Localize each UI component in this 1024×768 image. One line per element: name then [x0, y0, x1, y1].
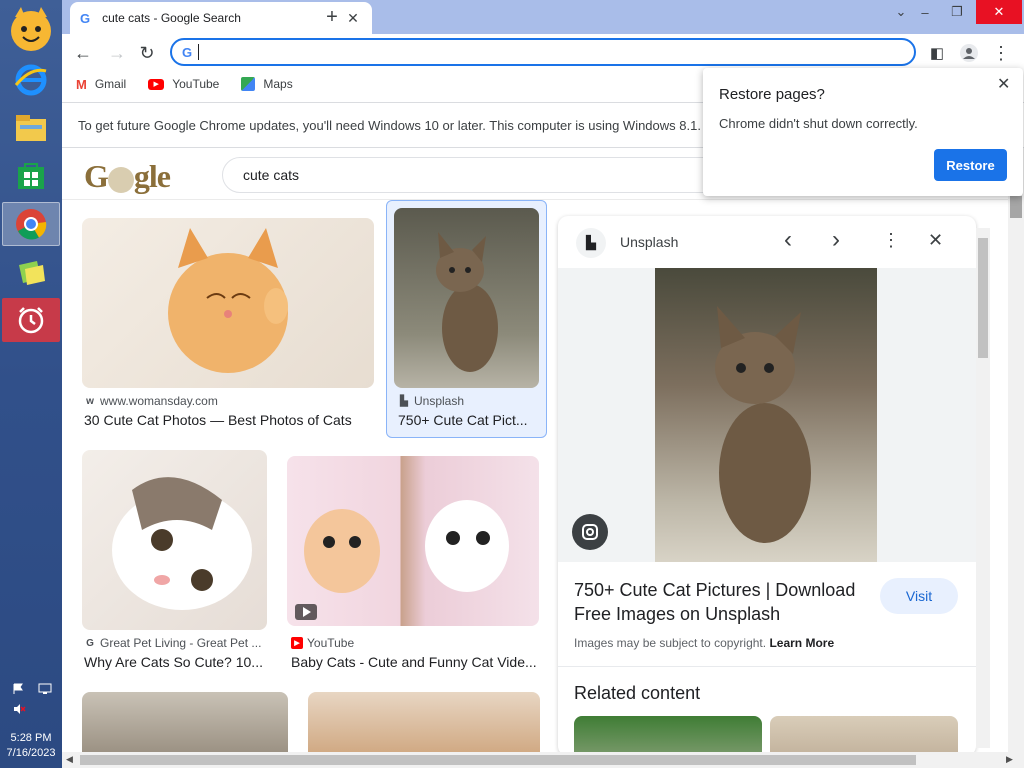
title-bar: G cute cats - Google Search ✕ + ⌄ – ❐ ✕: [62, 0, 1024, 34]
copyright-note: Images may be subject to copyright. Lear…: [574, 636, 834, 650]
volume-muted-icon[interactable]: [12, 702, 26, 716]
close-panel-icon[interactable]: ✕: [928, 230, 943, 251]
result-source[interactable]: G Great Pet Living - Great Pet ...: [84, 636, 269, 650]
gmail-icon: M: [76, 76, 87, 92]
panel-source-name[interactable]: Unsplash: [620, 234, 678, 250]
result-caption[interactable]: 30 Cute Cat Photos — Best Photos of Cats: [84, 412, 374, 428]
network-icon[interactable]: [38, 682, 52, 694]
google-favicon-icon: G: [80, 10, 91, 26]
notes-app-icon[interactable]: [2, 250, 60, 294]
related-content-heading: Related content: [574, 683, 701, 703]
result-image-baby-cats-video[interactable]: [287, 456, 539, 626]
clock-time[interactable]: 5:28 PM: [0, 732, 62, 745]
navigation-toolbar: ← → ↻ G ◧ ⋮: [62, 34, 1024, 70]
page-vertical-scrollbar[interactable]: ▲: [1008, 148, 1024, 752]
profile-avatar-icon[interactable]: [956, 40, 982, 66]
page-horizontal-scrollbar[interactable]: ◀ ▶: [62, 752, 1024, 768]
result-caption[interactable]: 750+ Cute Cat Pict...: [398, 412, 538, 428]
action-center-flag-icon[interactable]: [12, 682, 24, 694]
back-arrow-icon[interactable]: ←: [70, 40, 96, 66]
preview-image-tabby-kitten[interactable]: [655, 268, 877, 562]
copyright-text: Images may be subject to copyright.: [574, 636, 767, 650]
bookmark-label: Maps: [263, 77, 293, 91]
reload-icon[interactable]: ↻: [134, 40, 160, 66]
lens-search-icon[interactable]: [572, 514, 608, 550]
hamster-app-icon[interactable]: [2, 2, 60, 54]
page-vertical-scrollbar-thumb[interactable]: [1010, 196, 1022, 218]
unsplash-favicon-icon: ▙: [400, 395, 408, 407]
scroll-right-arrow[interactable]: ▶: [1006, 754, 1013, 765]
infobar-text: To get future Google Chrome updates, you…: [78, 117, 701, 133]
scroll-left-arrow[interactable]: ◀: [66, 754, 73, 765]
preview-image-area: [558, 268, 976, 562]
bookmark-maps[interactable]: Maps: [241, 77, 293, 91]
search-results-page: Ggle cute cats w www.womansday.com 30 Cut…: [62, 148, 1008, 752]
learn-more-link[interactable]: Learn More: [769, 636, 834, 650]
result-caption[interactable]: Why Are Cats So Cute? 10...: [84, 654, 269, 670]
restore-pages-dialog: Restore pages? Chrome didn't shut down c…: [703, 68, 1023, 196]
panel-scrollbar-thumb[interactable]: [978, 238, 988, 358]
result-image-kitten-partial[interactable]: [82, 692, 288, 752]
side-panel-icon[interactable]: ◧: [924, 40, 950, 66]
restore-button[interactable]: Restore: [934, 149, 1007, 181]
greatpetliving-favicon-icon: G: [86, 637, 94, 649]
minimize-button[interactable]: –: [910, 0, 940, 24]
windows-taskbar: 5:28 PM 7/16/2023: [0, 0, 62, 768]
bookmark-youtube[interactable]: ▶ YouTube: [148, 77, 219, 91]
restore-window-button[interactable]: ❐: [942, 0, 972, 24]
address-bar[interactable]: G: [170, 38, 916, 66]
close-tab-icon[interactable]: ✕: [344, 10, 362, 27]
forward-arrow-icon[interactable]: →: [104, 40, 130, 66]
google-g-icon: G: [182, 44, 193, 60]
womansday-favicon-icon: w: [86, 395, 94, 407]
search-query: cute cats: [243, 167, 300, 183]
tab-title: cute cats - Google Search: [102, 11, 241, 25]
related-image-1[interactable]: [574, 716, 762, 752]
more-options-icon[interactable]: ⋮: [882, 230, 900, 251]
result-image-kittens-basket-partial[interactable]: [308, 692, 540, 752]
youtube-favicon-icon: ▶: [291, 637, 303, 649]
alarm-clock-icon[interactable]: [2, 298, 60, 342]
result-source[interactable]: ▙ Unsplash: [398, 394, 538, 408]
file-explorer-icon[interactable]: [2, 106, 60, 150]
result-image-tabby-kitten[interactable]: [394, 208, 539, 388]
close-window-button[interactable]: ✕: [976, 0, 1022, 24]
bookmark-label: Gmail: [94, 77, 127, 91]
horizontal-scrollbar-thumb[interactable]: [80, 755, 916, 765]
previous-chevron-icon[interactable]: ‹: [784, 226, 792, 254]
panel-header: ▙ Unsplash ‹ › ⋮ ✕: [558, 216, 976, 268]
google-doodle-logo[interactable]: Ggle: [84, 158, 171, 195]
related-image-2[interactable]: [770, 716, 958, 752]
maps-icon: [241, 77, 256, 91]
restore-dialog-title: Restore pages?: [719, 86, 825, 103]
result-source[interactable]: ▶ YouTube: [291, 636, 541, 650]
next-chevron-icon[interactable]: ›: [832, 226, 840, 254]
text-caret: [198, 44, 200, 60]
close-dialog-icon[interactable]: ✕: [997, 74, 1010, 94]
new-tab-button[interactable]: +: [320, 6, 344, 30]
result-source[interactable]: w www.womansday.com: [84, 394, 374, 408]
result-image-orange-kitten[interactable]: [82, 218, 374, 388]
panel-divider: [558, 666, 976, 667]
restore-dialog-message: Chrome didn't shut down correctly.: [719, 116, 918, 131]
panel-title[interactable]: 750+ Cute Cat Pictures | Download Free I…: [574, 578, 874, 626]
unsplash-source-icon[interactable]: ▙: [576, 228, 606, 258]
panel-scrollbar[interactable]: [976, 228, 990, 748]
store-icon[interactable]: [2, 154, 60, 198]
image-preview-panel: ▙ Unsplash ‹ › ⋮ ✕ 750+ Cute Cat Picture…: [558, 216, 976, 752]
result-image-kitten-closeup[interactable]: [82, 450, 267, 630]
bookmark-label: YouTube: [172, 77, 220, 91]
system-tray: 5:28 PM 7/16/2023: [0, 676, 62, 768]
clock-date[interactable]: 7/16/2023: [0, 747, 62, 760]
internet-explorer-icon[interactable]: [2, 58, 60, 102]
visit-button[interactable]: Visit: [880, 578, 958, 614]
youtube-icon: ▶: [148, 78, 165, 90]
result-caption[interactable]: Baby Cats - Cute and Funny Cat Vide...: [291, 654, 541, 670]
menu-kebab-icon[interactable]: ⋮: [988, 40, 1014, 66]
chrome-icon[interactable]: [2, 202, 60, 246]
bookmark-gmail[interactable]: M Gmail: [76, 77, 126, 92]
